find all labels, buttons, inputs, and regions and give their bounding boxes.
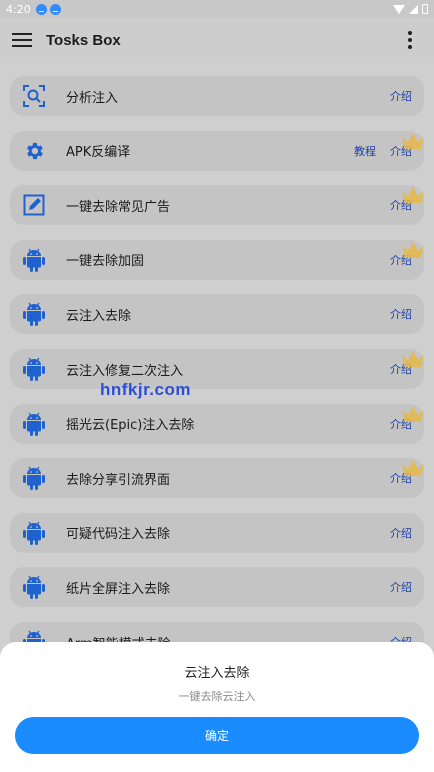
list-item-links: 介绍 (390, 579, 412, 595)
bottom-sheet: 云注入去除 一键去除云注入 确定 (0, 642, 434, 772)
list-item-label: APK反编译 (66, 145, 131, 161)
list-item[interactable]: 去除分享引流界面 介绍 (10, 458, 426, 499)
list-item[interactable]: 纸片全屏注入去除 介绍 (10, 567, 424, 608)
list-item[interactable]: 分析注入 介绍 (10, 76, 424, 116)
gear-icon (22, 139, 46, 163)
android-icon (22, 630, 46, 642)
crown-icon (400, 131, 426, 151)
android-icon (22, 575, 46, 600)
list-item-label: Arm智能模式去除 (66, 633, 171, 643)
list-item-label: 纸片全屏注入去除 (66, 581, 171, 597)
list-item[interactable]: 一键去除加固 介绍 (10, 239, 426, 280)
confirm-button[interactable]: 确定 (15, 717, 419, 754)
status-time: 4:20 (6, 2, 31, 16)
crown-icon (400, 240, 426, 260)
list-item[interactable]: 可疑代码注入去除 介绍 (10, 512, 424, 553)
intro-link[interactable]: 介绍 (390, 525, 412, 541)
list-item[interactable]: APK反编译 教程 介绍 (10, 130, 426, 171)
intro-link[interactable]: 介绍 (390, 88, 412, 104)
list-item[interactable]: Arm智能模式去除 介绍 (10, 622, 424, 642)
list-item-label: 去除分享引流界面 (66, 472, 171, 488)
list-item-label: 分析注入 (66, 90, 119, 106)
intro-link[interactable]: 介绍 (390, 634, 412, 642)
crown-icon (400, 404, 426, 424)
download-icon (49, 3, 61, 15)
android-icon (22, 412, 46, 436)
watermark: hnfkjr.com (100, 380, 191, 399)
scan-icon (22, 84, 46, 108)
sheet-subtitle: 一键去除云注入 (178, 690, 256, 703)
list-item-links: 介绍 (390, 306, 412, 322)
app-bar: Tosks Box (0, 18, 434, 62)
app-title: Tosks Box (46, 31, 121, 49)
crown-icon (400, 185, 426, 205)
android-icon (22, 357, 46, 381)
battery-icon (422, 4, 428, 14)
list-item[interactable]: 一键去除常见广告 介绍 (10, 185, 426, 226)
list-item[interactable]: 摇光云(Epic)注入去除 介绍 (10, 403, 426, 444)
list-item[interactable]: 云注入修复二次注入 介绍 (10, 349, 424, 389)
android-icon (22, 521, 46, 545)
list-item-label: 云注入去除 (66, 308, 132, 324)
list-item-label: 云注入修复二次注入 (66, 363, 184, 379)
feature-list: 分析注入 介绍 APK反编译 教程 介绍 一键去除常见广告 介绍 一键去除加固 介绍 云注入去除介… (0, 62, 434, 642)
more-options-icon[interactable] (408, 31, 412, 49)
list-item-links: 介绍 (390, 634, 412, 642)
android-icon (22, 302, 46, 327)
signal-icon (409, 4, 418, 14)
intro-link[interactable]: 介绍 (390, 306, 412, 322)
list-item-label: 可疑代码注入去除 (66, 527, 171, 543)
edit-icon (22, 193, 46, 217)
status-icons (393, 4, 428, 14)
list-item-label: 一键去除常见广告 (66, 199, 171, 215)
menu-icon[interactable] (12, 33, 32, 47)
tutorial-link[interactable]: 教程 (354, 143, 376, 159)
list-item[interactable]: 云注入去除 介绍 (10, 294, 424, 335)
android-icon (22, 248, 46, 272)
list-item-links: 介绍 (390, 88, 412, 104)
download-icon (35, 3, 47, 15)
status-bar: 4:20 (0, 0, 434, 18)
list-item-label: 一键去除加固 (66, 254, 145, 270)
crown-icon (400, 349, 426, 369)
wifi-icon (393, 4, 405, 14)
intro-link[interactable]: 介绍 (390, 579, 412, 595)
crown-icon (400, 458, 426, 478)
list-item-label: 摇光云(Epic)注入去除 (66, 418, 195, 434)
list-item-links: 介绍 (390, 525, 412, 541)
android-icon (22, 466, 46, 491)
sheet-title: 云注入去除 (184, 666, 250, 681)
